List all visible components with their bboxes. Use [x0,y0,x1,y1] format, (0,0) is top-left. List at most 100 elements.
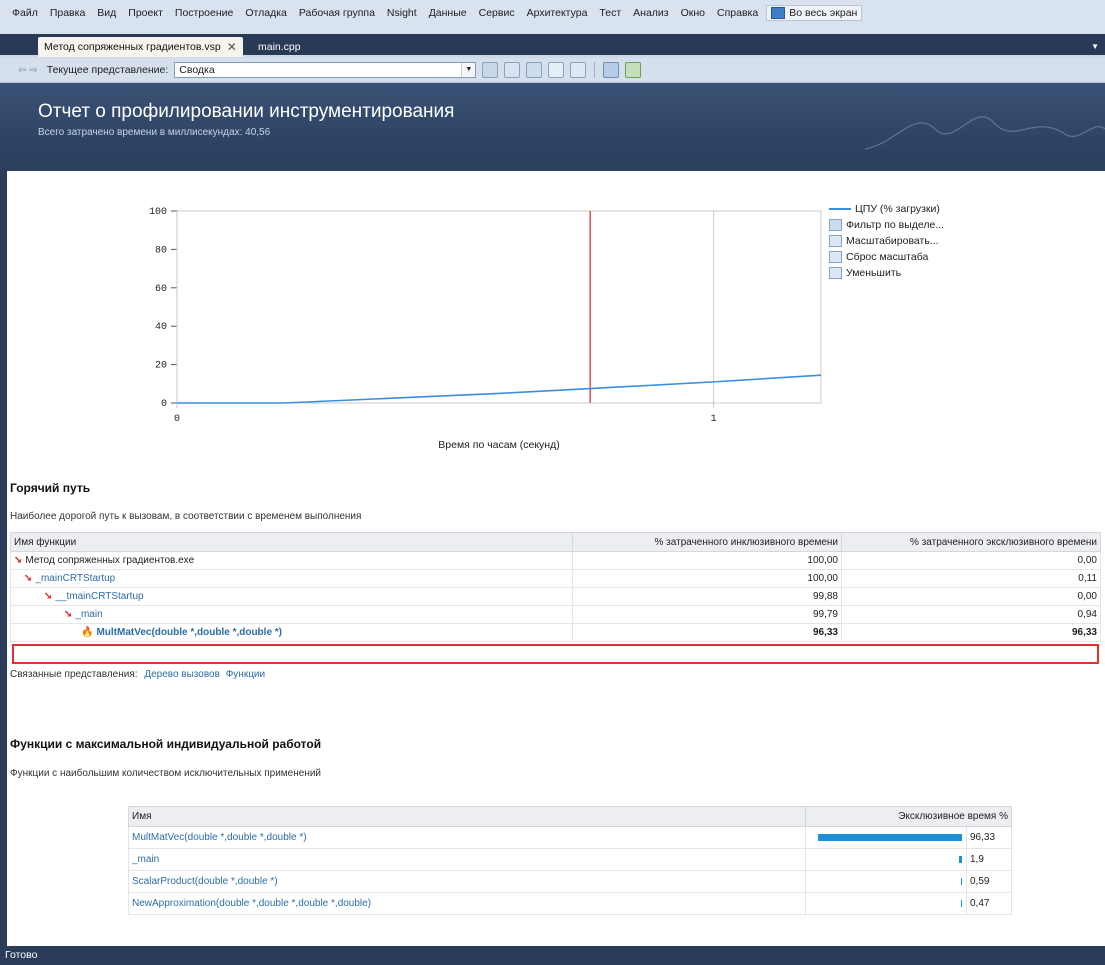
open-report-icon[interactable] [570,62,587,78]
zoom-out-icon [829,267,842,279]
inclusive-value: 100,00 [572,551,842,570]
report-content: 0 20 40 60 80 100 0 1 Время по часам (секунд) ЦП… [7,171,1105,946]
menu-analyze[interactable]: Анализ [627,7,674,19]
menu-view[interactable]: Вид [91,7,122,19]
banner-wave-decoration [865,116,1105,150]
document-tab-bar: Метод сопряженных градиентов.vsp ✕ main.… [0,34,1105,58]
function-cell: _main [128,848,806,871]
hot-path-table: Имя функции % затраченного инклюзивного … [10,532,1101,642]
menu-data[interactable]: Данные [423,7,473,19]
menu-debug[interactable]: Отладка [239,7,293,19]
menu-bar: Файл Правка Вид Проект Построение Отладк… [0,0,1105,34]
menu-nsight[interactable]: Nsight [381,7,423,19]
table-row[interactable]: ➘ __tmainCRTStartup 99,88 0,00 [10,587,1101,606]
hot-row-highlight-frame [12,644,1099,664]
show-markers-icon[interactable] [603,62,620,78]
table-row[interactable]: _main 1,9 [128,848,1012,871]
close-icon[interactable]: ✕ [227,40,237,54]
menu-edit[interactable]: Правка [44,7,91,19]
inclusive-value: 100,00 [572,569,842,588]
functions-link[interactable]: Функции [226,669,265,680]
fullscreen-button[interactable]: Во весь экран [766,5,863,21]
back-forward-icon[interactable]: ⇦⇨ [18,65,41,76]
exclusive-value: 96,33 [841,623,1101,642]
zoom-out-link[interactable]: Уменьшить [829,265,944,281]
zoom-icon[interactable] [526,62,543,78]
function-link[interactable]: ScalarProduct(double *,double *) [132,876,278,887]
exclusive-time-bar [959,856,962,863]
menu-help[interactable]: Справка [711,7,764,19]
tab-list-dropdown-icon[interactable]: ▼ [1091,42,1099,51]
function-link[interactable]: MultMatVec(double *,double *,double *) [132,832,307,843]
table-row[interactable]: MultMatVec(double *,double *,double *) 96… [128,826,1012,849]
function-cell: ScalarProduct(double *,double *) [128,870,806,893]
function-link[interactable]: _main [132,854,159,865]
save-report-icon[interactable] [548,62,565,78]
hot-path-arrow-icon: ➘ [24,573,33,584]
exclusive-time-value: 0,59 [966,870,1012,893]
menu-project[interactable]: Проект [122,7,169,19]
column-exclusive-time[interactable]: % затраченного эксклюзивного времени [841,532,1101,552]
column-inclusive-time[interactable]: % затраченного инклюзивного времени [572,532,842,552]
menu-team[interactable]: Рабочая группа [293,7,381,19]
table-row[interactable]: NewApproximation(double *,double *,doubl… [128,892,1012,915]
menu-architecture[interactable]: Архитектура [521,7,594,19]
menu-test[interactable]: Тест [593,7,627,19]
noise-reduction-icon[interactable] [625,62,642,78]
related-views-label: Связанные представления: [10,669,138,680]
column-exclusive-percent[interactable]: Эксклюзивное время % [805,806,1012,827]
call-tree-link[interactable]: Дерево вызовов [144,669,220,680]
function-link[interactable]: _mainCRTStartup [35,573,115,584]
bar-cell [805,826,967,849]
cpu-usage-chart: 0 20 40 60 80 100 0 1 Время по часам (секунд) [149,207,822,451]
table-row[interactable]: ➘ _mainCRTStartup 100,00 0,11 [10,569,1101,588]
chevron-down-icon: ▼ [461,63,476,77]
tab-vsp-report[interactable]: Метод сопряженных градиентов.vsp ✕ [38,37,243,57]
exclusive-time-bar [817,834,962,841]
current-view-select[interactable]: Сводка ▼ [174,62,477,78]
zoom-link[interactable]: Масштабировать... [829,233,944,249]
menu-tools[interactable]: Сервис [473,7,521,19]
exclusive-value: 0,11 [841,569,1101,588]
exclusive-value: 0,00 [841,551,1101,570]
filter-selection-link[interactable]: Фильтр по выделе... [829,217,944,233]
function-link[interactable]: __tmainCRTStartup [55,591,143,602]
top-functions-table: Имя Эксклюзивное время % MultMatVec(doub… [128,806,1012,915]
table-row-hot[interactable]: 🔥 MultMatVec(double *,double *,double *) … [10,623,1101,642]
column-name[interactable]: Имя [128,806,806,827]
tab-main-cpp[interactable]: main.cpp [252,37,307,57]
table-row[interactable]: ➘ Метод сопряженных градиентов.exe 100,00… [10,551,1101,570]
status-bar: Готово [0,946,1105,965]
plot-area [176,210,822,404]
compare-icon[interactable] [504,62,521,78]
hot-path-title: Горячий путь [10,481,91,495]
reset-zoom-link[interactable]: Сброс масштаба [829,249,944,265]
exclusive-value: 0,94 [841,605,1101,624]
hot-path-description: Наиболее дорогой путь к вызовам, в соотв… [10,511,362,522]
column-function-name[interactable]: Имя функции [10,532,573,552]
inclusive-value: 99,88 [572,587,842,606]
exclusive-value: 0,00 [841,587,1101,606]
menu-build[interactable]: Построение [169,7,239,19]
y-tick-label: 100 [149,207,167,218]
fullscreen-label: Во весь экран [789,7,858,19]
menu-file[interactable]: Файл [6,7,44,19]
table-row[interactable]: ➘ _main 99,79 0,94 [10,605,1101,624]
y-tick-label: 60 [155,284,167,295]
fullscreen-icon [771,7,786,19]
x-tick-label: 1 [711,414,717,425]
function-link[interactable]: _main [75,609,102,620]
chart-legend: ЦПУ (% загрузки) Фильтр по выделе... Мас… [829,201,944,281]
y-tick-label: 20 [155,361,167,372]
function-link[interactable]: MultMatVec(double *,double *,double *) [96,627,282,638]
table-row[interactable]: ScalarProduct(double *,double *) 0,59 [128,870,1012,893]
legend-series-label: ЦПУ (% загрузки) [855,203,940,215]
zoom-out-label: Уменьшить [846,267,902,279]
menu-window[interactable]: Окно [675,7,711,19]
filter-selection-label: Фильтр по выделе... [846,219,945,231]
legend-series: ЦПУ (% загрузки) [829,201,944,217]
x-tick-label: 0 [174,414,180,425]
exclusive-time-value: 0,47 [966,892,1012,915]
function-link[interactable]: NewApproximation(double *,double *,doubl… [132,898,371,909]
export-icon[interactable] [482,62,499,78]
